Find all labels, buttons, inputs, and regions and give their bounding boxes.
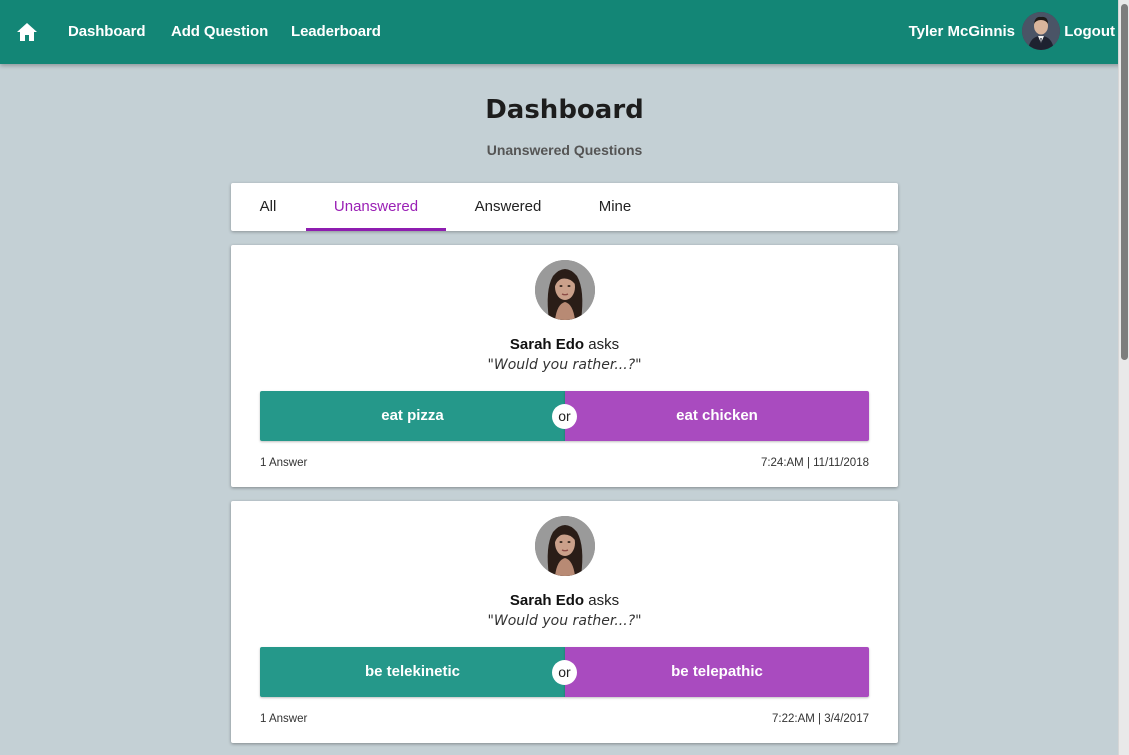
asks-label: asks (588, 336, 620, 353)
question-timestamp: 7:22:AM | 3/4/2017 (772, 713, 869, 725)
question-card: Sarah Edo asks "Would you rather...?" ea… (231, 245, 898, 487)
option-two-button[interactable]: eat chicken (565, 391, 869, 441)
user-avatar (1022, 12, 1060, 50)
tab-mine[interactable]: Mine (575, 183, 655, 231)
page-subtitle: Unanswered Questions (486, 142, 643, 158)
author-avatar (535, 516, 595, 576)
nav-link-add-question[interactable]: Add Question (171, 0, 268, 64)
question-options: eat pizza eat chicken or (260, 391, 869, 441)
option-one-button[interactable]: eat pizza (260, 391, 565, 441)
author-name: Sarah Edo (509, 336, 585, 353)
question-prompt: "Would you rather...?" (487, 357, 642, 373)
tab-unanswered[interactable]: Unanswered (306, 183, 446, 231)
nav-link-leaderboard[interactable]: Leaderboard (291, 0, 381, 64)
question-filter-tabs: All Unanswered Answered Mine (231, 183, 898, 231)
scrollbar-thumb[interactable] (1121, 4, 1128, 360)
logout-link[interactable]: Logout (1064, 0, 1115, 64)
question-options: be telekinetic be telepathic or (260, 647, 869, 697)
user-name: Tyler McGinnis (908, 23, 1015, 40)
option-two-button[interactable]: be telepathic (565, 647, 869, 697)
question-author-line: Sarah Edo asks (231, 592, 898, 609)
nav-link-dashboard[interactable]: Dashboard (68, 0, 146, 64)
tab-answered[interactable]: Answered (453, 183, 563, 231)
question-timestamp: 7:24:AM | 11/11/2018 (760, 457, 869, 469)
tab-all[interactable]: All (239, 183, 297, 231)
asks-label: asks (588, 592, 620, 609)
option-one-button[interactable]: be telekinetic (260, 647, 565, 697)
author-name: Sarah Edo (509, 592, 585, 609)
answer-count: 1 Answer (260, 713, 308, 725)
page-title: Dashboard (485, 95, 644, 125)
or-badge: or (552, 404, 577, 429)
top-navbar: Dashboard Add Question Leaderboard Tyler… (0, 0, 1129, 64)
answer-count: 1 Answer (260, 457, 308, 469)
question-prompt: "Would you rather...?" (487, 613, 642, 629)
home-icon[interactable] (16, 22, 38, 42)
question-author-line: Sarah Edo asks (231, 336, 898, 353)
author-avatar (535, 260, 595, 320)
or-badge: or (552, 660, 577, 685)
question-card: Sarah Edo asks "Would you rather...?" be… (231, 501, 898, 743)
